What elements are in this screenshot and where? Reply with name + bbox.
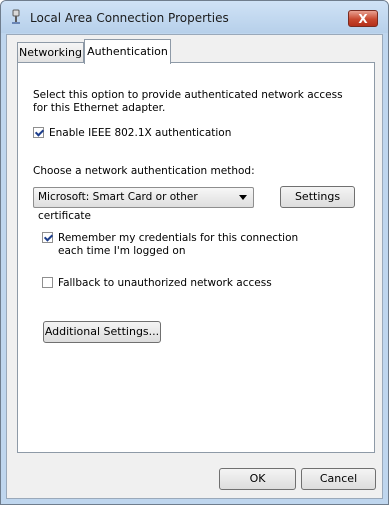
network-adapter-icon <box>12 9 20 24</box>
close-button[interactable]: X <box>348 10 378 27</box>
dialog-body: Networking Authentication Select this op… <box>6 34 383 499</box>
enable-8021x-label: Enable IEEE 802.1X authentication <box>49 127 232 139</box>
authentication-description: Select this option to provide authentica… <box>33 89 343 114</box>
remember-credentials-row[interactable]: Remember my credentials for this connect… <box>42 232 307 258</box>
enable-8021x-row[interactable]: Enable IEEE 802.1X authentication <box>33 127 231 140</box>
properties-dialog: Local Area Connection Properties X Netwo… <box>0 0 389 505</box>
chevron-down-icon <box>239 195 247 200</box>
remember-credentials-checkbox[interactable] <box>42 232 53 243</box>
enable-8021x-checkbox[interactable] <box>33 127 44 138</box>
settings-button[interactable]: Settings <box>280 186 355 208</box>
window-title: Local Area Connection Properties <box>30 11 229 25</box>
tab-authentication[interactable]: Authentication <box>84 39 171 64</box>
fallback-row[interactable]: Fallback to unauthorized network access <box>42 277 272 290</box>
ok-button[interactable]: OK <box>219 468 296 490</box>
title-bar[interactable]: Local Area Connection Properties X <box>1 1 388 33</box>
cancel-button[interactable]: Cancel <box>301 468 376 490</box>
authentication-method-select[interactable]: Microsoft: Smart Card or other certifica… <box>33 187 254 222</box>
choose-method-label: Choose a network authentication method: <box>33 165 255 177</box>
remember-credentials-label: Remember my credentials for this connect… <box>58 232 299 257</box>
tab-networking[interactable]: Networking <box>17 42 84 63</box>
fallback-label: Fallback to unauthorized network access <box>58 277 272 289</box>
additional-settings-button[interactable]: Additional Settings... <box>43 321 161 343</box>
fallback-checkbox[interactable] <box>42 277 53 288</box>
